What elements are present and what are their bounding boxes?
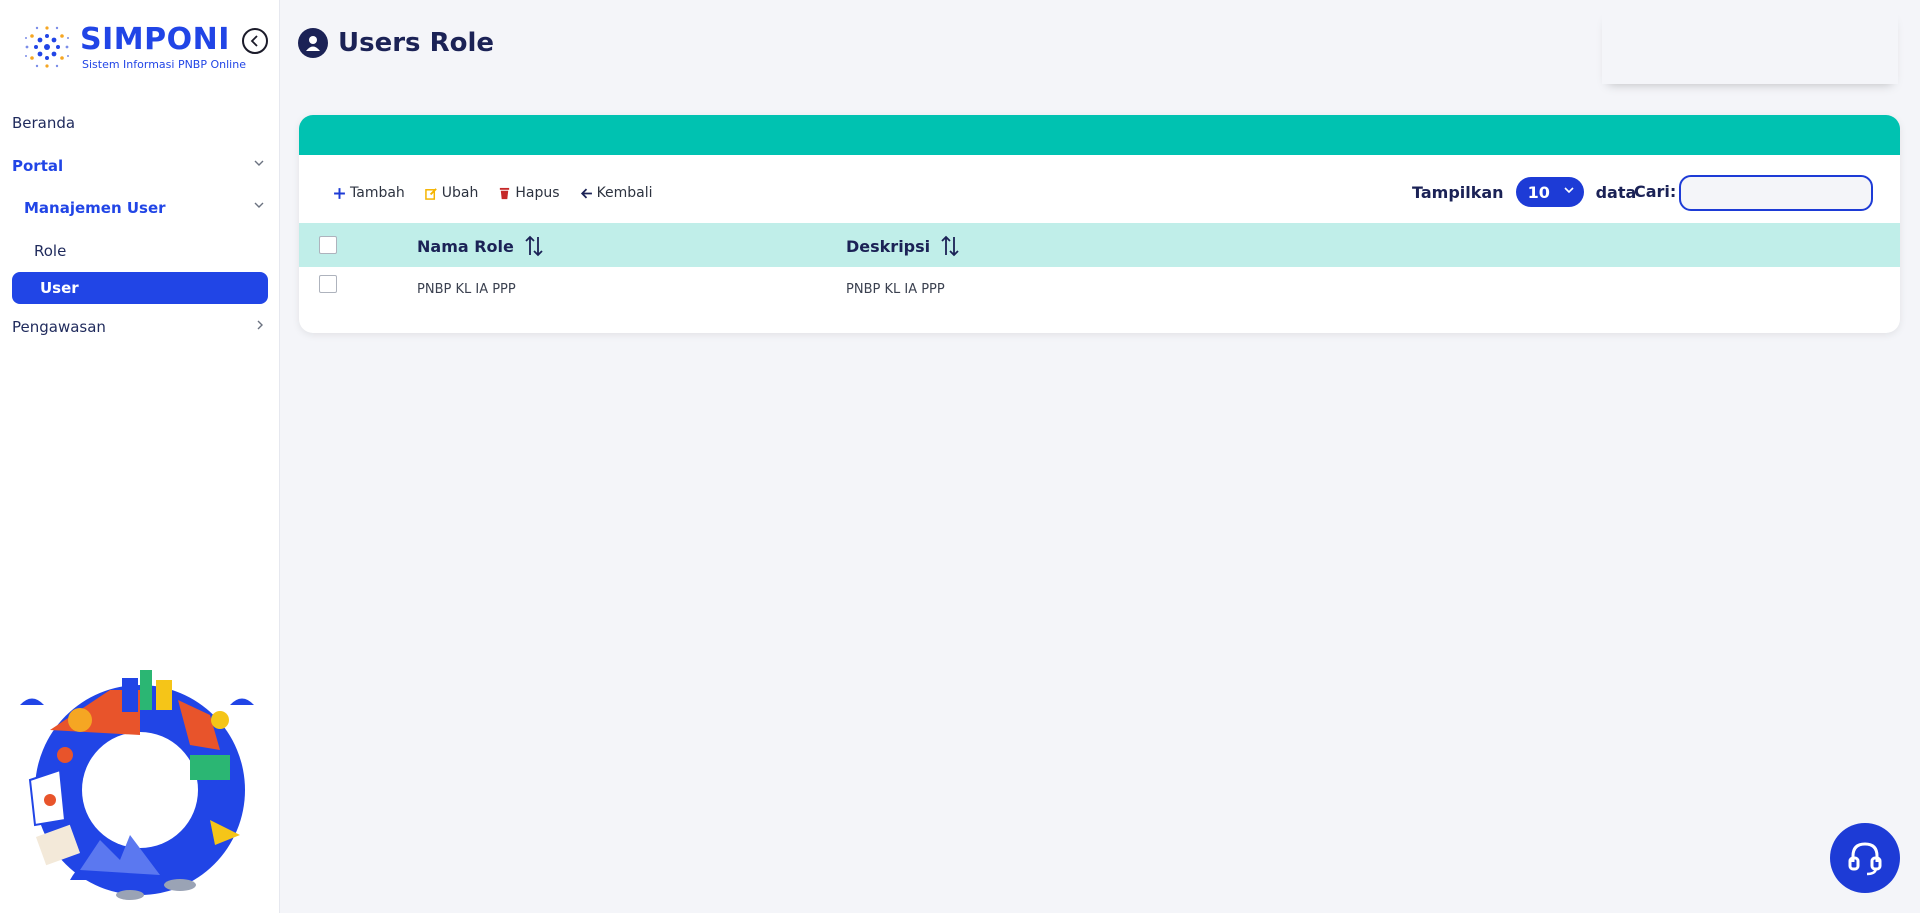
edit-label: Ubah [441,185,479,201]
search-input[interactable] [1679,175,1873,211]
add-label: Tambah [350,185,405,201]
roles-table-card: Tambah Ubah Hapus Kembali Tampilkan 10 d… [299,115,1900,333]
logo-mark-icon [25,26,69,68]
page-size-control: Tampilkan 10 data [1412,177,1636,207]
sort-icon [525,235,543,257]
sidebar-item-label: User [40,279,79,297]
sidebar-item-label: Portal [12,157,64,175]
edit-button[interactable]: Ubah [424,185,479,201]
edit-icon [424,187,437,200]
sidebar-item-label: Role [34,242,67,260]
cell-nama-role: PNBP KL IA PPP [417,282,516,297]
logo-title: SIMPONI [80,22,230,57]
sidebar-item-beranda[interactable]: Beranda [12,107,268,139]
table-header-row: Nama Role Deskripsi [299,223,1900,267]
arrow-left-icon [580,188,592,198]
delete-label: Hapus [515,185,560,201]
column-header-label: Nama Role [417,236,514,256]
cell-deskripsi: PNBP KL IA PPP [846,282,945,297]
headset-icon [1848,842,1882,876]
sidebar-item-role[interactable]: Role [12,235,268,267]
sidebar-illustration [20,670,254,900]
page-title: Users Role [298,28,494,58]
help-support-button[interactable] [1830,823,1900,893]
table-toolbar: Tambah Ubah Hapus Kembali [333,185,653,201]
logo-subtitle: Sistem Informasi PNBP Online [82,58,246,71]
chevron-down-icon [254,202,264,208]
header-placeholder-card [1602,10,1898,84]
data-label: data [1595,182,1637,202]
sidebar-item-portal[interactable]: Portal [12,150,268,182]
sidebar-item-label: Pengawasan [12,318,106,336]
sort-icon [941,235,959,257]
app-logo[interactable]: SIMPONI Sistem Informasi PNBP Online [18,18,258,78]
select-all-checkbox[interactable] [319,236,337,254]
chevron-left-icon [250,35,258,47]
sidebar-item-user[interactable]: User [12,272,268,304]
trash-icon [500,187,510,199]
column-header-nama-role[interactable]: Nama Role [417,235,544,257]
back-label: Kembali [596,185,653,201]
plus-icon [334,187,345,199]
sidebar-item-label: Manajemen User [24,199,166,217]
show-label: Tampilkan [1412,182,1504,202]
sidebar: SIMPONI Sistem Informasi PNBP Online Ber… [0,0,280,913]
back-button[interactable]: Kembali [580,185,653,201]
page-size-value: 10 [1527,182,1550,202]
sidebar-item-pengawasan[interactable]: Pengawasan [12,311,268,343]
page-size-select[interactable]: 10 [1515,177,1584,207]
sidebar-item-label: Beranda [12,114,76,132]
collapse-sidebar-button[interactable] [242,28,268,54]
chevron-right-icon [257,320,263,330]
chevron-down-icon [1564,187,1574,194]
page-title-text: Users Role [338,28,494,58]
sidebar-item-manajemen-user[interactable]: Manajemen User [12,192,268,224]
column-header-label: Deskripsi [846,236,931,256]
search-label: Cari: [1634,182,1677,201]
add-button[interactable]: Tambah [333,185,405,201]
user-circle-icon [298,28,328,58]
column-header-deskripsi[interactable]: Deskripsi [846,235,960,257]
card-header-bar [299,115,1900,155]
delete-button[interactable]: Hapus [498,185,560,201]
chevron-down-icon [254,160,264,166]
row-checkbox[interactable] [319,275,337,293]
